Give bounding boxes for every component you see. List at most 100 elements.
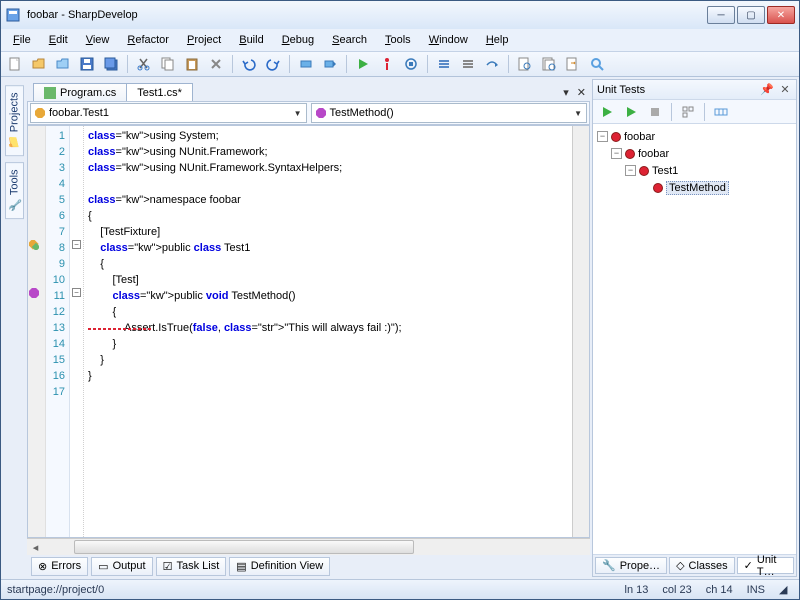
- left-tab-tools[interactable]: 🔧Tools: [5, 162, 24, 219]
- menu-project[interactable]: Project: [179, 32, 229, 48]
- run-without-debug-icon[interactable]: [377, 54, 397, 74]
- tree-node[interactable]: − foobar: [597, 145, 792, 162]
- resize-grip-icon[interactable]: ◢: [779, 583, 793, 596]
- replace-icon[interactable]: [563, 54, 583, 74]
- stop-tests-icon[interactable]: [645, 102, 665, 122]
- marker-column[interactable]: [28, 126, 46, 537]
- toggle-bookmark-icon[interactable]: [296, 54, 316, 74]
- run-all-tests-icon[interactable]: [597, 102, 617, 122]
- menu-window[interactable]: Window: [421, 32, 476, 48]
- menu-search[interactable]: Search: [324, 32, 375, 48]
- right-tab-0[interactable]: 🔧Prope…: [595, 557, 667, 574]
- tab-dropdown-icon[interactable]: ▾: [559, 84, 573, 101]
- tree-node[interactable]: − Test1: [597, 162, 792, 179]
- menu-debug[interactable]: Debug: [274, 32, 322, 48]
- menu-build[interactable]: Build: [231, 32, 271, 48]
- bottom-tab-definition-view[interactable]: ▤Definition View: [229, 557, 330, 576]
- find-in-files-icon[interactable]: [539, 54, 559, 74]
- comment-icon[interactable]: [434, 54, 454, 74]
- minimize-button[interactable]: ─: [707, 6, 735, 24]
- menu-refactor[interactable]: Refactor: [119, 32, 177, 48]
- horizontal-scrollbar[interactable]: ◂: [27, 538, 590, 555]
- expand-toggle[interactable]: −: [625, 165, 636, 176]
- new-file-icon[interactable]: [5, 54, 25, 74]
- menu-edit[interactable]: Edit: [41, 32, 76, 48]
- stop-icon[interactable]: [401, 54, 421, 74]
- tree-label: Test1: [652, 165, 678, 177]
- window-title: foobar - SharpDevelop: [27, 9, 707, 21]
- class-combo-text: foobar.Test1: [49, 107, 109, 119]
- tree-view-icon[interactable]: [678, 102, 698, 122]
- status-col: col 23: [662, 584, 691, 596]
- separator: [508, 55, 509, 73]
- fold-toggle[interactable]: −: [72, 240, 81, 249]
- step-over-icon[interactable]: [482, 54, 502, 74]
- fail-status-icon: [625, 149, 635, 159]
- method-icon: [316, 108, 326, 118]
- run-test-icon[interactable]: [621, 102, 641, 122]
- undo-icon[interactable]: [239, 54, 259, 74]
- add-reference-icon[interactable]: [711, 102, 731, 122]
- menu-help[interactable]: Help: [478, 32, 517, 48]
- bottom-tab-output[interactable]: ▭Output: [91, 557, 152, 576]
- menu-file[interactable]: File: [5, 32, 39, 48]
- paste-icon[interactable]: [182, 54, 202, 74]
- left-tab-projects[interactable]: 📁Projects: [5, 85, 24, 156]
- next-bookmark-icon[interactable]: [320, 54, 340, 74]
- menu-view[interactable]: View: [78, 32, 118, 48]
- delete-icon[interactable]: [206, 54, 226, 74]
- scroll-thumb[interactable]: [74, 540, 414, 554]
- separator: [671, 103, 672, 121]
- pin-icon[interactable]: 📌: [760, 83, 774, 97]
- right-tab-1[interactable]: ◇Classes: [669, 557, 735, 574]
- open-file-icon[interactable]: [29, 54, 49, 74]
- panel-header[interactable]: Unit Tests 📌 ✕: [593, 80, 796, 100]
- copy-icon[interactable]: [158, 54, 178, 74]
- expand-toggle[interactable]: −: [597, 131, 608, 142]
- save-icon[interactable]: [77, 54, 97, 74]
- close-icon[interactable]: ✕: [778, 83, 792, 97]
- separator: [127, 55, 128, 73]
- tree-label: foobar: [638, 148, 669, 160]
- window-buttons: ─ ▢ ✕: [707, 6, 795, 24]
- tab-close-icon[interactable]: ✕: [573, 84, 590, 101]
- right-tab-2[interactable]: ✓Unit T…: [737, 557, 794, 574]
- test-tree[interactable]: −foobar−foobar−Test1TestMethod: [593, 124, 796, 554]
- bottom-tab-task-list[interactable]: ☑Task List: [156, 557, 227, 576]
- code-content[interactable]: class="kw">using System;class="kw">using…: [84, 126, 572, 537]
- open-project-icon[interactable]: [53, 54, 73, 74]
- tab-label: Errors: [51, 560, 81, 572]
- tab-program-cs[interactable]: Program.cs: [33, 83, 127, 101]
- cut-icon[interactable]: [134, 54, 154, 74]
- maximize-button[interactable]: ▢: [737, 6, 765, 24]
- redo-icon[interactable]: [263, 54, 283, 74]
- bottom-tab-errors[interactable]: ⊗Errors: [31, 557, 88, 576]
- uncomment-icon[interactable]: [458, 54, 478, 74]
- fold-column[interactable]: − −: [70, 126, 84, 537]
- app-icon: [5, 7, 21, 23]
- close-button[interactable]: ✕: [767, 6, 795, 24]
- vertical-scrollbar[interactable]: [572, 126, 589, 537]
- tab-test1-cs[interactable]: Test1.cs*: [126, 83, 193, 101]
- line-numbers: 1234567891011121314151617: [46, 126, 70, 537]
- class-icon: [35, 108, 45, 118]
- class-combo[interactable]: foobar.Test1 ▼: [30, 103, 307, 123]
- method-combo-text: TestMethod(): [330, 107, 394, 119]
- fold-toggle[interactable]: −: [72, 288, 81, 297]
- method-combo[interactable]: TestMethod() ▼: [311, 103, 588, 123]
- tab-icon: ✓: [744, 559, 753, 572]
- unit-tests-toolbar: [593, 100, 796, 124]
- unit-tests-panel: Unit Tests 📌 ✕ −foobar−foobar−Test1TestM…: [592, 79, 797, 577]
- tree-node[interactable]: TestMethod: [597, 179, 792, 196]
- tree-node[interactable]: −foobar: [597, 128, 792, 145]
- code-editor[interactable]: 1234567891011121314151617 − − class="kw"…: [27, 125, 590, 538]
- expand-toggle[interactable]: −: [611, 148, 622, 159]
- separator: [427, 55, 428, 73]
- left-tab-label: Projects: [8, 92, 20, 132]
- titlebar[interactable]: foobar - SharpDevelop ─ ▢ ✕: [1, 1, 799, 29]
- run-icon[interactable]: [353, 54, 373, 74]
- search-icon[interactable]: [587, 54, 607, 74]
- save-all-icon[interactable]: [101, 54, 121, 74]
- find-icon[interactable]: [515, 54, 535, 74]
- menu-tools[interactable]: Tools: [377, 32, 419, 48]
